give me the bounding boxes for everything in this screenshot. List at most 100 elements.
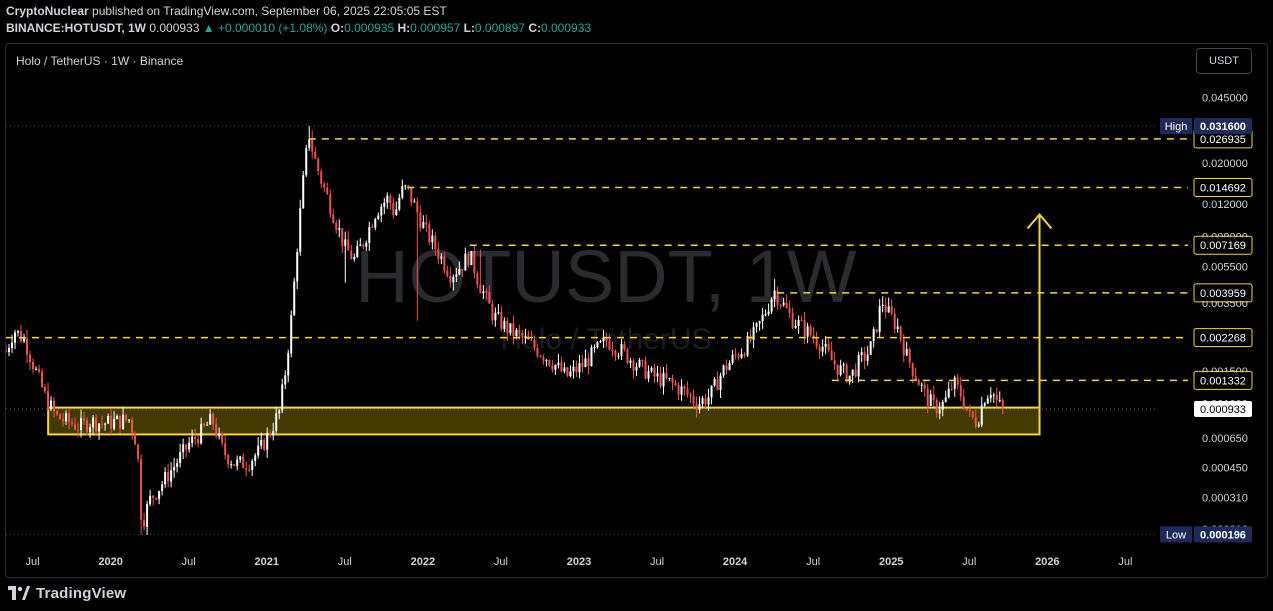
high-label: H: — [397, 21, 411, 35]
candle-body — [506, 320, 509, 334]
candle-body — [590, 347, 593, 367]
candle-body — [353, 256, 356, 260]
candle-body — [461, 269, 464, 271]
candle-body — [425, 222, 428, 225]
candle-body — [926, 388, 929, 406]
candle-body — [935, 400, 938, 414]
candle-body — [563, 367, 566, 372]
candle-body — [110, 415, 113, 429]
candle-body — [8, 348, 11, 353]
high-value: 0.000957 — [410, 21, 461, 35]
candle-body — [422, 222, 425, 229]
candle-body — [329, 194, 332, 215]
candle-body — [542, 356, 545, 361]
candle-body — [35, 368, 38, 370]
candle-body — [653, 367, 656, 377]
y-tick-label: 0.045000 — [1202, 93, 1248, 105]
publisher-name[interactable]: CryptoNuclear — [6, 4, 89, 18]
candle-body — [203, 423, 206, 426]
candle-body — [707, 397, 710, 405]
candle-body — [521, 332, 524, 338]
candle-body — [467, 253, 470, 266]
candle-body — [260, 439, 263, 446]
candle-body — [239, 456, 242, 460]
candle-body — [119, 415, 122, 429]
candle-body — [509, 323, 512, 334]
candle-body — [125, 414, 128, 421]
candle-body — [533, 340, 536, 348]
candle-body — [842, 364, 845, 366]
candle-body — [479, 284, 482, 294]
candle-body — [269, 432, 272, 436]
candle-body — [305, 147, 308, 176]
candle-body — [407, 185, 410, 187]
candle-body — [359, 244, 362, 246]
y-tick-label: 0.000310 — [1202, 493, 1248, 505]
low-value: 0.000897 — [474, 21, 525, 35]
candle-body — [350, 250, 353, 260]
candle-body — [674, 382, 677, 385]
candle-body — [998, 400, 1001, 402]
candle-body — [536, 347, 539, 357]
candle-body — [803, 320, 806, 337]
currency-button[interactable]: USDT — [1196, 48, 1252, 74]
candle-body — [128, 419, 131, 421]
candle-body — [833, 360, 836, 365]
candle-body — [725, 365, 728, 371]
candle-body — [788, 307, 791, 313]
x-tick-label: 2025 — [879, 556, 903, 568]
candle-body — [515, 330, 518, 337]
publish-info: CryptoNuclear published on TradingView.c… — [6, 3, 591, 37]
candle-body — [311, 139, 314, 152]
candle-body — [965, 408, 968, 411]
chart-panel[interactable]: HOTUSDT, 1WHolo / TetherUS0.0450000.0300… — [5, 43, 1268, 578]
candle-body — [899, 326, 902, 340]
publish-line: CryptoNuclear published on TradingView.c… — [6, 3, 591, 20]
candle-body — [878, 306, 881, 333]
x-tick-label: Jul — [338, 556, 352, 568]
series-legend[interactable]: Holo / TetherUS · 1W · Binance — [16, 54, 183, 68]
candle-body — [818, 346, 821, 352]
candle-body — [485, 291, 488, 293]
candle-body — [677, 384, 680, 395]
price-chart[interactable]: HOTUSDT, 1WHolo / TetherUS0.0450000.0300… — [6, 44, 1268, 578]
x-tick-label: 2023 — [567, 556, 591, 568]
candle-body — [443, 256, 446, 271]
close-label: C: — [528, 21, 541, 35]
x-tick-label: Jul — [26, 556, 40, 568]
candle-body — [764, 314, 767, 316]
candle-body — [782, 302, 785, 306]
candle-body — [611, 349, 614, 351]
candle-body — [113, 419, 116, 429]
candle-body — [179, 452, 182, 464]
candle-body — [698, 403, 701, 410]
candle-body — [548, 359, 551, 366]
candle-body — [131, 419, 134, 434]
candle-body — [266, 432, 269, 450]
candle-body — [656, 373, 659, 377]
candle-body — [143, 519, 146, 527]
candle-body — [629, 360, 632, 364]
candle-body — [815, 338, 818, 347]
candle-body — [356, 245, 359, 257]
candle-body — [731, 354, 734, 363]
candle-body — [344, 239, 347, 246]
candle-body — [6, 350, 7, 353]
candle-body — [857, 354, 860, 377]
last-price-badge-text: 0.000933 — [1200, 404, 1246, 416]
candle-body — [383, 202, 386, 207]
candle-body — [845, 364, 848, 383]
candle-body — [458, 269, 461, 275]
candle-body — [560, 362, 563, 372]
y-tick-label: 0.000450 — [1202, 463, 1248, 475]
candle-body — [593, 347, 596, 349]
x-tick-label: Jul — [494, 556, 508, 568]
candle-body — [29, 354, 32, 362]
candle-body — [314, 151, 317, 159]
candle-body — [686, 388, 689, 395]
support-zone — [47, 406, 1041, 436]
candle-body — [929, 394, 932, 406]
close-value: 0.000933 — [540, 21, 592, 35]
candle-body — [890, 306, 893, 314]
candle-body — [50, 400, 53, 410]
